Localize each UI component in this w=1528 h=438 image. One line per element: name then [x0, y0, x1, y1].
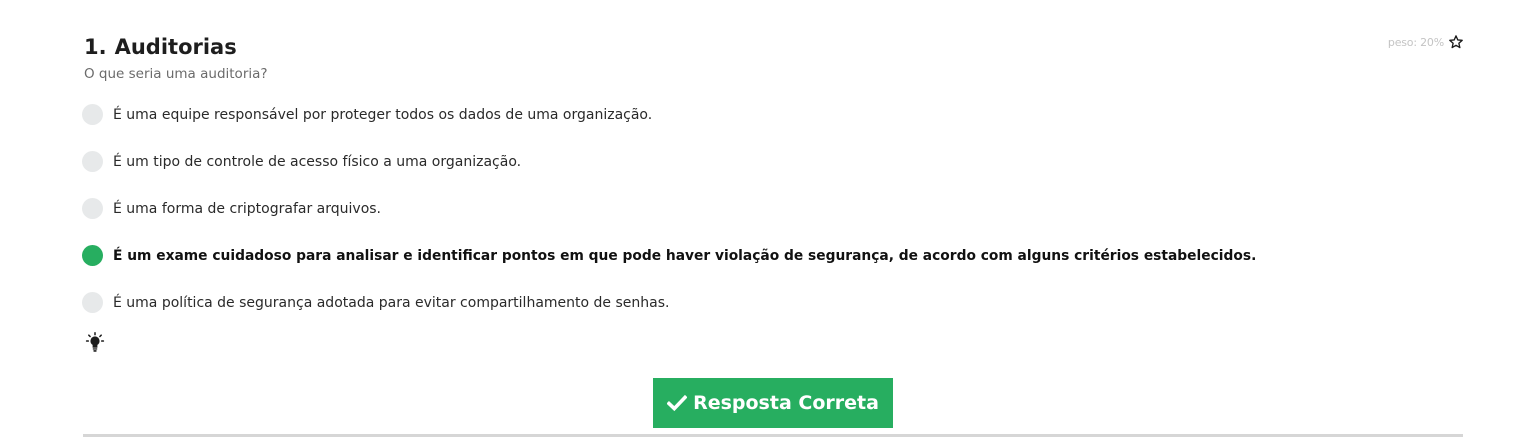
radio-button[interactable]	[82, 292, 103, 313]
lightbulb-icon[interactable]	[85, 332, 105, 354]
answer-option-label: É um exame cuidadoso para analisar e ide…	[113, 247, 1257, 264]
answer-option-label: É uma equipe responsável por proteger to…	[113, 106, 653, 123]
weight-label: peso: 20%	[1387, 35, 1444, 49]
answer-option-label: É um tipo de controle de acesso físico a…	[113, 153, 522, 170]
question-title-text: Auditorias	[114, 35, 237, 59]
checkmark-icon	[667, 394, 688, 412]
correct-answer-button[interactable]: Resposta Correta	[653, 378, 893, 428]
answer-option-selected[interactable]: É um exame cuidadoso para analisar e ide…	[82, 244, 1256, 267]
answer-option[interactable]: É uma forma de criptografar arquivos.	[82, 197, 1256, 220]
answer-option[interactable]: É uma política de segurança adotada para…	[82, 291, 1256, 314]
answer-option[interactable]: É um tipo de controle de acesso físico a…	[82, 150, 1256, 173]
star-icon[interactable]	[1448, 34, 1464, 50]
radio-button-selected[interactable]	[82, 245, 103, 266]
question-title: 1. Auditorias	[84, 35, 237, 59]
answer-option-label: É uma política de segurança adotada para…	[113, 294, 670, 311]
radio-button[interactable]	[82, 104, 103, 125]
radio-button[interactable]	[82, 198, 103, 219]
divider	[83, 434, 1463, 437]
question-card: 1. Auditorias O que seria uma auditoria? …	[0, 0, 1528, 438]
answer-option[interactable]: É uma equipe responsável por proteger to…	[82, 103, 1256, 126]
radio-button[interactable]	[82, 151, 103, 172]
question-weight: peso: 20%	[1388, 34, 1464, 50]
answer-options: É uma equipe responsável por proteger to…	[82, 103, 1256, 338]
question-number: 1.	[84, 35, 107, 59]
question-prompt: O que seria uma auditoria?	[84, 66, 268, 82]
correct-answer-label: Resposta Correta	[693, 392, 879, 414]
answer-option-label: É uma forma de criptografar arquivos.	[113, 200, 382, 217]
